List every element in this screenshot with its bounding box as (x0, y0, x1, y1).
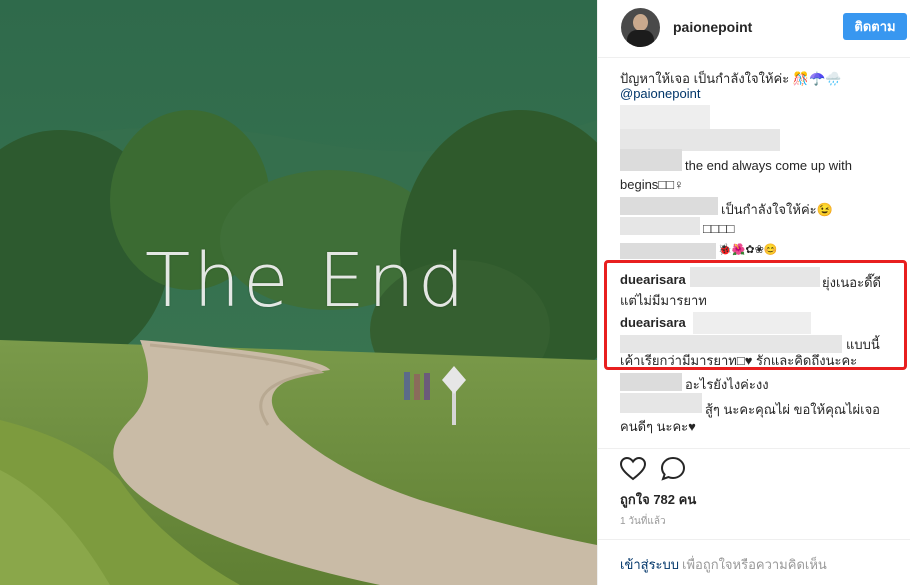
post-header: paionepoint ติดตาม (598, 0, 910, 58)
comment-icon[interactable] (660, 456, 686, 482)
comment-text: the end always come up with (685, 158, 852, 173)
comment-text: ยุ่งเนอะดี๊ดี (822, 275, 881, 290)
comment-text: 🐞🌺✿❀😊 (718, 244, 778, 256)
comment-text: สู้ๆ นะคะคุณไผ่ ขอให้คุณไผ่เจอ (705, 402, 880, 417)
comment-text: begins□□♀ (620, 177, 684, 192)
comment-username[interactable]: duearisara (620, 272, 686, 287)
redacted-block (620, 217, 700, 235)
redacted-block (620, 149, 682, 171)
comment-text: เค้าเรียกว่ามีมารยาท□♥ รักและคิดถึงนะคะ (620, 353, 858, 368)
photo-overlay-text: The End (145, 238, 468, 324)
post-photo[interactable]: The End (0, 0, 597, 585)
caption-mention[interactable]: @paionepoint (620, 86, 700, 101)
redacted-block (693, 312, 811, 334)
comment-username[interactable]: duearisara (620, 315, 686, 330)
heart-icon[interactable] (620, 457, 646, 481)
comment-text: อะไรยังไงค่ะงง (685, 377, 769, 392)
redacted-block (620, 373, 682, 391)
login-prompt: เพื่อถูกใจหรือความคิดเห็น (682, 557, 827, 572)
redacted-block (620, 197, 718, 215)
comment-text: คนดีๆ นะคะ♥ (620, 419, 696, 434)
comment-text: แต่ไม่มีมารยาท (620, 293, 707, 308)
post-time: 1 วันที่แล้ว (620, 516, 666, 527)
comment-text: □□□□ (703, 221, 735, 236)
avatar[interactable] (621, 8, 660, 47)
username[interactable]: paionepoint (673, 19, 752, 35)
actions-divider (598, 448, 910, 450)
redacted-block (690, 267, 820, 287)
redacted-block (620, 129, 780, 151)
redacted-block (620, 393, 702, 413)
redacted-block (620, 243, 716, 259)
comments-list: ปัญหาให้เจอ เป็นกำลังใจให้ค่ะ 🎊☂️🌧️ @pai… (598, 57, 910, 443)
login-link[interactable]: เข้าสู่ระบบ (620, 554, 679, 575)
post-side-panel: paionepoint ติดตาม ปัญหาให้เจอ เป็นกำลัง… (597, 0, 910, 585)
comment-text: เป็นกำลังใจให้ค่ะ😉 (721, 202, 833, 217)
follow-button[interactable]: ติดตาม (843, 13, 907, 40)
login-bar: เข้าสู่ระบบ เพื่อถูกใจหรือความคิดเห็น (598, 539, 910, 586)
likes-count[interactable]: ถูกใจ 782 คน (620, 489, 696, 510)
